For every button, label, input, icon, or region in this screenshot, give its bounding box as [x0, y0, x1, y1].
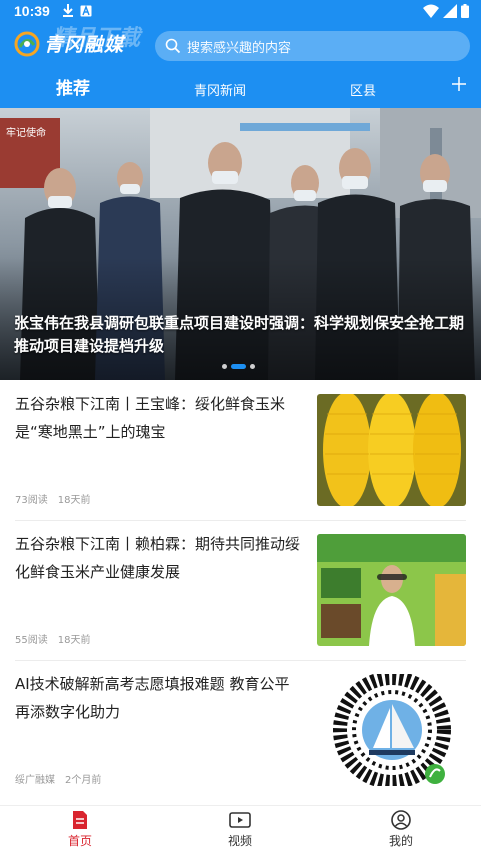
a-badge-icon — [80, 5, 92, 17]
corn-photo — [317, 394, 466, 506]
home-icon — [73, 811, 87, 829]
logo-emblem-icon — [14, 31, 40, 56]
news-meta: 55阅读 18天前 — [15, 631, 90, 646]
nav-home-label: 首页 — [67, 834, 92, 848]
bottom-navigation: 首页 视频 我的 — [0, 805, 481, 857]
featured-banner[interactable]: 牢记使命 张宝伟在我县调研包联重点项目建设时强调：科学规划保安全抢工期 推动项目… — [0, 108, 481, 380]
status-time: 10:39 — [14, 3, 50, 19]
banner-dot — [250, 364, 255, 369]
news-source: 绥广融媒 — [15, 775, 55, 786]
news-meta: 绥广融媒 2个月前 — [15, 771, 101, 786]
nav-video[interactable]: 视频 — [200, 810, 280, 849]
banner-dot — [222, 364, 227, 369]
status-left-icons — [62, 4, 92, 18]
logo-search-row: 青冈融媒 精品下载 搜索感兴趣的内容 — [0, 25, 481, 64]
app-header: 10:39 青冈融媒 精品下载 搜索感兴趣的内容 推荐 青冈新闻 区县 — [0, 0, 481, 108]
news-thumbnail-qr[interactable] — [317, 674, 466, 786]
news-title[interactable]: 五谷杂粮下江南丨赖柏霖：期待共同推动绥化鲜食玉米产业健康发展 — [15, 530, 300, 586]
news-time: 18天前 — [57, 635, 91, 646]
battery-icon — [461, 4, 469, 18]
news-thumbnail-interview[interactable] — [317, 534, 466, 646]
news-reads: 73阅读 — [15, 495, 48, 506]
search-input[interactable]: 搜索感兴趣的内容 — [155, 31, 470, 61]
nav-profile-label: 我的 — [388, 834, 413, 848]
nav-video-label: 视频 — [227, 834, 252, 848]
tab-qinggang-news[interactable]: 青冈新闻 — [194, 80, 246, 99]
banner-pagination — [222, 364, 255, 369]
wifi-icon — [423, 4, 439, 18]
news-title[interactable]: AI技术破解新高考志愿填报难题 教育公平再添数字化助力 — [15, 670, 300, 726]
news-time: 18天前 — [57, 495, 91, 506]
news-reads: 55阅读 — [15, 635, 48, 646]
news-item[interactable]: 五谷杂粮下江南丨赖柏霖：期待共同推动绥化鲜食玉米产业健康发展 55阅读 18天前 — [15, 520, 466, 660]
news-time: 2个月前 — [65, 775, 102, 786]
banner-wall-sign: 牢记使命 — [6, 126, 46, 139]
news-thumbnail-corn[interactable] — [317, 394, 466, 506]
logo-watermark: 精品下载 — [52, 25, 141, 50]
nav-home[interactable]: 首页 — [40, 810, 120, 849]
category-tabs: 推荐 青冈新闻 区县 — [0, 70, 481, 108]
download-icon — [63, 4, 73, 17]
search-icon — [165, 38, 181, 54]
news-item[interactable]: 五谷杂粮下江南丨王宝峰：绥化鲜食玉米是“寒地黑土”上的瑰宝 73阅读 18天前 — [15, 380, 466, 520]
news-title[interactable]: 五谷杂粮下江南丨王宝峰：绥化鲜食玉米是“寒地黑土”上的瑰宝 — [15, 390, 300, 446]
add-tab-icon[interactable] — [449, 74, 469, 94]
news-meta: 73阅读 18天前 — [15, 491, 90, 506]
profile-icon — [391, 810, 411, 830]
video-icon — [229, 812, 251, 828]
news-item[interactable]: AI技术破解新高考志愿填报难题 教育公平再添数字化助力 绥广融媒 2个月前 — [15, 660, 466, 800]
nav-profile[interactable]: 我的 — [361, 810, 441, 849]
banner-dot-active — [231, 364, 246, 369]
status-right-icons — [423, 4, 469, 18]
search-placeholder: 搜索感兴趣的内容 — [187, 40, 292, 56]
tab-county[interactable]: 区县 — [350, 80, 376, 99]
tab-recommend[interactable]: 推荐 — [56, 74, 90, 99]
signal-icon — [443, 4, 457, 18]
interview-photo — [317, 534, 466, 646]
banner-caption[interactable]: 张宝伟在我县调研包联重点项目建设时强调：科学规划保安全抢工期 推动项目建设提档升… — [14, 312, 469, 358]
qr-code-image — [317, 674, 466, 786]
